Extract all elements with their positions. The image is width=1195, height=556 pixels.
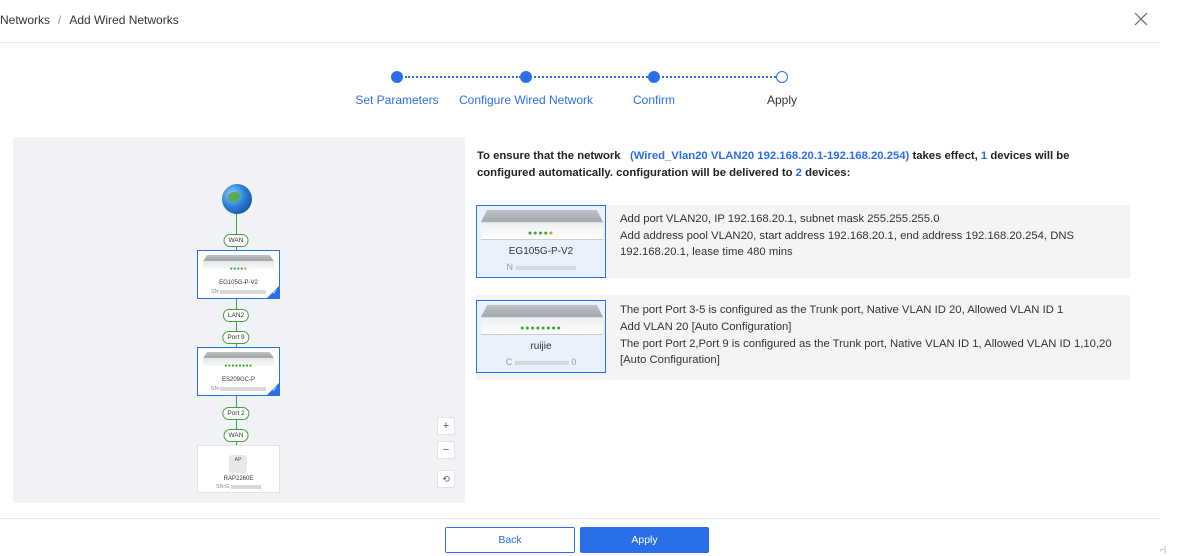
breadcrumb: Networks / Add Wired Networks xyxy=(0,13,179,27)
dialog-header: Networks / Add Wired Networks xyxy=(0,0,1160,43)
step-connector xyxy=(534,76,648,78)
internet-globe-icon xyxy=(222,184,252,214)
port-label-lan2: LAN2 xyxy=(222,309,250,322)
step-label-apply: Apply xyxy=(766,93,798,107)
config-line: Add VLAN 20 [Auto Configuration] xyxy=(620,321,792,333)
port-leds: ●●●●● xyxy=(527,230,555,237)
device-name: ruijie xyxy=(530,341,552,352)
zoom-in-button[interactable]: + xyxy=(437,417,455,435)
network-summary: (Wired_Vlan20 VLAN20 192.168.20.1-192.16… xyxy=(629,150,910,162)
info-message: To ensure that the network (Wired_Vlan20… xyxy=(477,150,1070,179)
device-card-switch: ●●●●●●●● ruijie C 0 xyxy=(476,300,606,373)
config-line: The port Port 3-5 is configured as the T… xyxy=(620,304,1064,316)
delivered-device-count: 2 xyxy=(795,167,802,179)
step-2-dot xyxy=(520,71,532,83)
apply-button[interactable]: Apply xyxy=(580,527,709,553)
step-label-set-parameters: Set Parameters xyxy=(355,93,439,107)
port-leds: ●●●●●●●● xyxy=(224,363,253,369)
port-label-port2: Port 2 xyxy=(222,407,250,420)
port-label-port9: Port 9 xyxy=(222,331,250,344)
close-icon[interactable] xyxy=(1132,10,1150,28)
port-label-wan: WAN xyxy=(223,429,249,442)
config-line: Add address pool VLAN20, start address 1… xyxy=(620,230,1075,258)
step-3-dot xyxy=(648,71,660,83)
topology-device-switch[interactable]: ●●●●●●●● ES209GC-P SN: xyxy=(197,347,280,396)
topology-device-gateway[interactable]: ●●●●● EG105G-P-V2 SN: xyxy=(197,250,280,299)
step-1-dot xyxy=(391,71,403,83)
config-lines: Add port VLAN20, IP 192.168.20.1, subnet… xyxy=(620,211,1120,261)
topology-device-ap[interactable]: AP RAP2260E SN:G xyxy=(197,445,280,493)
config-line: Add port VLAN20, IP 192.168.20.1, subnet… xyxy=(620,213,940,225)
back-button[interactable]: Back xyxy=(445,527,575,553)
selected-check-icon xyxy=(267,286,279,298)
config-lines: The port Port 3-5 is configured as the T… xyxy=(620,302,1120,369)
port-leds: ●●●●●●●● xyxy=(520,325,562,332)
breadcrumb-networks[interactable]: Networks xyxy=(0,13,50,27)
breadcrumb-current: Add Wired Networks xyxy=(69,13,179,27)
device-config-row: ●●●●● EG105G-P-V2 N Add port VLAN20, IP … xyxy=(476,205,1130,278)
device-config-row: ●●●●●●●● ruijie C 0 The port Port 3-5 is… xyxy=(476,295,1130,380)
port-leds: ●●●●● xyxy=(229,266,248,272)
stepper: Set Parameters Configure Wired Network C… xyxy=(350,68,810,108)
topology-panel[interactable]: WAN ●●●●● EG105G-P-V2 SN: LAN2 Port 9 ●●… xyxy=(13,137,465,503)
step-connector xyxy=(405,76,521,78)
device-name: EG105G-P-V2 xyxy=(508,246,574,257)
device-card-gateway: ●●●●● EG105G-P-V2 N xyxy=(476,205,606,278)
port-label-wan: WAN xyxy=(223,234,249,247)
auto-device-count: 1 xyxy=(980,150,988,162)
device-name: RAP2260E xyxy=(223,476,254,482)
step-connector xyxy=(662,76,776,78)
step-label-configure-wired-network: Configure Wired Network xyxy=(458,93,594,107)
step-label-confirm: Confirm xyxy=(632,93,676,107)
footer-divider xyxy=(0,518,1160,519)
resize-handle-icon[interactable]: ⌐| xyxy=(1160,547,1166,554)
device-sn: C 0 xyxy=(505,357,577,367)
device-sn: SN:G xyxy=(198,484,279,490)
reset-view-button[interactable]: ⟲ xyxy=(437,470,455,488)
step-4-dot xyxy=(776,71,788,83)
config-line: The port Port 2,Port 9 is configured as … xyxy=(620,338,1112,366)
selected-check-icon xyxy=(267,383,279,395)
access-point-icon: AP xyxy=(229,455,247,473)
zoom-out-button[interactable]: − xyxy=(437,441,455,459)
breadcrumb-separator: / xyxy=(58,13,62,27)
device-sn: N xyxy=(477,262,605,272)
